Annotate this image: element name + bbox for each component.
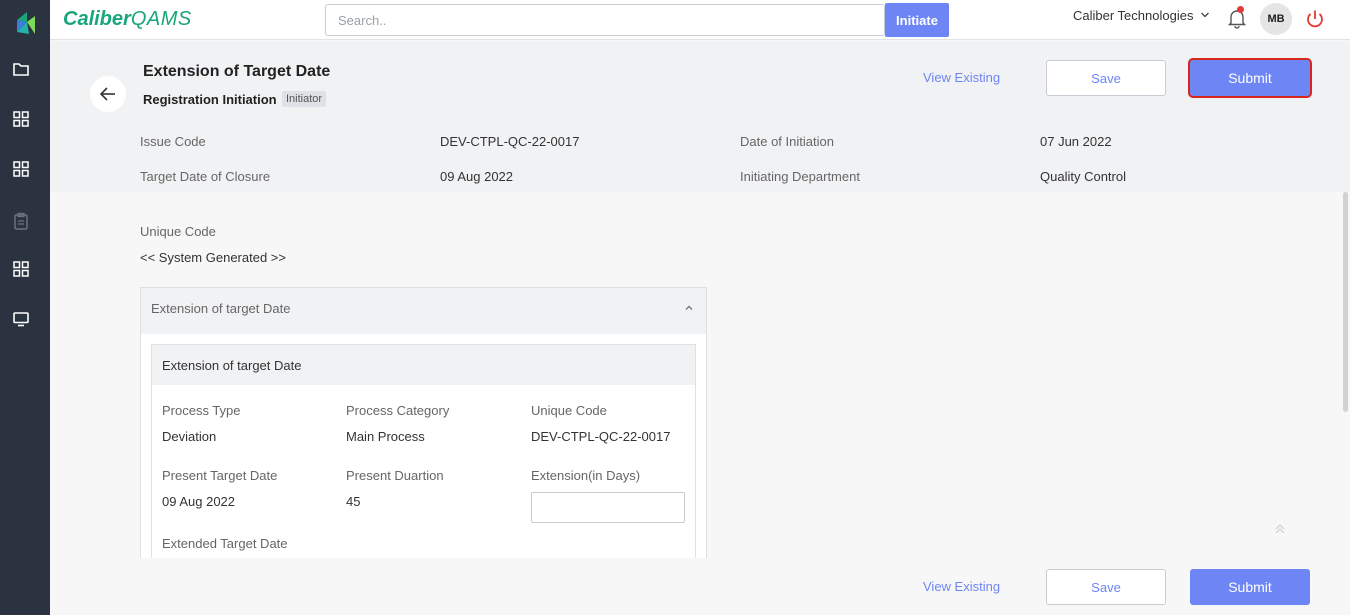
unique-code-label: Unique Code	[140, 224, 216, 239]
grid-icon[interactable]	[12, 110, 30, 128]
grid-icon[interactable]	[12, 260, 30, 278]
extension-card: Extension of target Date Process Type De…	[151, 344, 696, 566]
chevron-down-icon[interactable]	[1200, 10, 1210, 20]
page-title: Extension of Target Date	[143, 63, 331, 80]
extension-accordion: Extension of target Date Extension of ta…	[140, 287, 707, 567]
chevron-up-icon[interactable]	[684, 303, 694, 313]
scrollbar[interactable]	[1343, 192, 1348, 412]
date-of-initiation-value: 07 Jun 2022	[1040, 134, 1112, 149]
process-type-value: Deviation	[162, 429, 217, 444]
view-existing-link-bottom[interactable]: View Existing	[923, 579, 1000, 594]
brand-part-2: QAMS	[130, 8, 192, 30]
caliber-logo-icon[interactable]	[15, 10, 37, 36]
footer-actions: View Existing Save Submit	[50, 558, 1350, 615]
extension-days-label: Extension(in Days)	[531, 468, 641, 483]
initiating-department-value: Quality Control	[1040, 169, 1126, 184]
top-bar: CaliberQAMS Initiate Caliber Technologie…	[50, 0, 1350, 40]
issue-code-label: Issue Code	[140, 134, 206, 149]
save-button-bottom[interactable]: Save	[1046, 569, 1166, 605]
save-button[interactable]: Save	[1046, 60, 1166, 96]
card-header: Extension of target Date	[152, 345, 695, 385]
clipboard-icon[interactable]	[12, 212, 30, 230]
initiating-department-label: Initiating Department	[740, 169, 860, 184]
unique-code-value: << System Generated >>	[140, 250, 286, 265]
process-category-label: Process Category	[346, 403, 450, 418]
target-date-value: 09 Aug 2022	[440, 169, 514, 184]
role-badge: Initiator	[282, 91, 327, 107]
initiate-button[interactable]: Initiate	[885, 3, 949, 37]
grid-icon[interactable]	[12, 160, 30, 178]
present-duration-value: 45	[346, 494, 361, 509]
accordion-title: Extension of target Date	[151, 301, 291, 316]
process-category-value: Main Process	[346, 429, 425, 444]
page-subtitle: Registration Initiation	[143, 92, 277, 107]
search-input[interactable]	[325, 4, 885, 36]
date-of-initiation-label: Date of Initiation	[740, 134, 834, 149]
present-target-date-value: 09 Aug 2022	[162, 494, 236, 509]
company-selector[interactable]: Caliber Technologies	[1073, 8, 1193, 23]
brand-logo[interactable]: CaliberQAMS	[63, 8, 192, 31]
sidebar	[0, 0, 50, 615]
extension-days-input[interactable]	[531, 492, 685, 523]
submit-button[interactable]: Submit	[1190, 60, 1310, 96]
submit-button-bottom[interactable]: Submit	[1190, 569, 1310, 605]
notification-dot	[1237, 6, 1244, 13]
accordion-header[interactable]: Extension of target Date	[141, 288, 706, 334]
power-icon[interactable]	[1304, 8, 1326, 30]
view-existing-link[interactable]: View Existing	[923, 70, 1000, 85]
card-unique-code-value: DEV-CTPL-QC-22-0017	[531, 429, 671, 444]
arrow-left-icon	[99, 87, 115, 101]
back-button[interactable]	[90, 76, 126, 112]
present-duration-label: Present Duartion	[346, 468, 444, 483]
header-panel: Extension of Target Date Registration In…	[50, 41, 1350, 192]
extended-target-date-label: Extended Target Date	[162, 536, 288, 551]
process-type-label: Process Type	[162, 403, 241, 418]
issue-code-value: DEV-CTPL-QC-22-0017	[440, 134, 580, 149]
card-unique-code-label: Unique Code	[531, 403, 607, 418]
scroll-top-icon[interactable]	[1274, 522, 1286, 536]
present-target-date-label: Present Target Date	[162, 468, 278, 483]
monitor-icon[interactable]	[12, 310, 30, 328]
avatar[interactable]: MB	[1260, 3, 1292, 35]
card-title: Extension of target Date	[162, 358, 302, 373]
brand-part-1: Caliber	[63, 8, 131, 30]
folder-icon[interactable]	[12, 60, 30, 78]
target-date-label: Target Date of Closure	[140, 169, 271, 184]
